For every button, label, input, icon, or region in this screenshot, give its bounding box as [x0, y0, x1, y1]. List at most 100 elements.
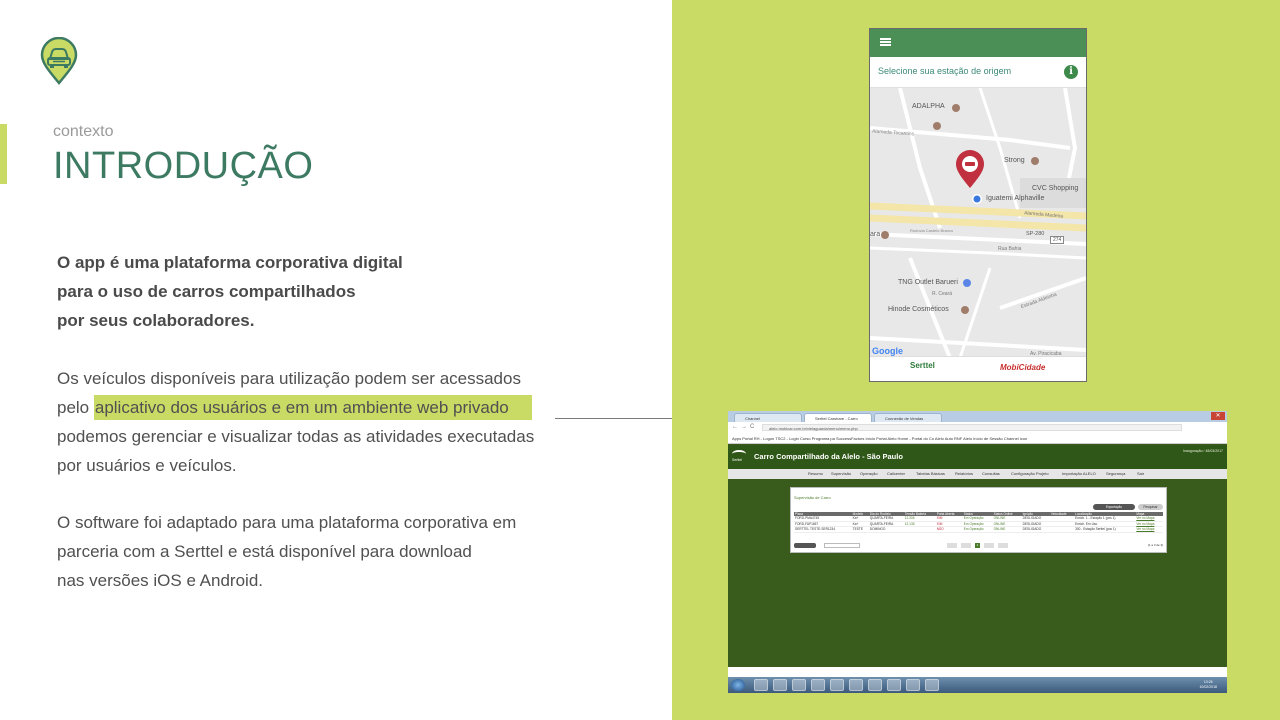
table-row[interactable]: SERTTEL TESTE-SER1234 TESTE DOMINGO NÃO … — [794, 526, 1163, 533]
nav-arrows-icon[interactable]: ←→C — [732, 424, 757, 430]
map-label: ADALPHA — [912, 103, 945, 110]
table-cell: DESLIGADO — [1021, 526, 1050, 533]
prev-page-button[interactable] — [961, 543, 971, 548]
software-paragraph: O software foi adaptado para uma platafo… — [57, 508, 516, 595]
paragraph-text: pelo — [57, 398, 90, 417]
web-app-screenshot: Channel Serttel Carshare - Carro Connexã… — [728, 411, 1227, 693]
accent-bar — [0, 124, 7, 184]
map-label: CVC Shopping — [1032, 185, 1079, 192]
search-button[interactable]: Pesquisar — [1138, 504, 1163, 510]
system-clock: 13:26 10/02/2018 — [1199, 680, 1217, 690]
table-cell: TESTE — [851, 526, 869, 533]
menu-item[interactable]: Relatórios — [955, 469, 973, 479]
menu-item[interactable]: Consultas — [982, 469, 1000, 479]
taskbar-app-icon[interactable] — [925, 679, 939, 691]
car-location-logo-icon — [40, 37, 78, 85]
mobicidade-logo: MobiCidade — [1000, 363, 1046, 372]
close-icon[interactable]: ✕ — [1211, 412, 1225, 420]
menu-item[interactable]: Configuração Projeto — [1011, 469, 1049, 479]
menu-item[interactable]: Operação — [860, 469, 878, 479]
paragraph-line: Os veículos disponíveis para utilização … — [57, 369, 521, 388]
serttel-logo: Serttel — [910, 361, 935, 370]
browser-tab[interactable]: Connexão de Vendas — [874, 413, 942, 422]
paragraph-line: nas versões iOS e Android. — [57, 571, 264, 590]
user-info: Inauguração / 48/03/2017 — [1183, 449, 1223, 453]
map-label: Strong — [1004, 157, 1025, 164]
browser-tab[interactable]: Serttel Carshare - Carro — [804, 413, 872, 422]
menu-item[interactable]: Supervisão — [831, 469, 851, 479]
paragraph-line: O software foi adaptado para uma platafo… — [57, 513, 517, 532]
taskbar-app-icon[interactable] — [754, 679, 768, 691]
serttel-logo-icon — [732, 450, 746, 458]
info-icon[interactable]: i — [1064, 65, 1078, 79]
taskbar-app-icon[interactable] — [887, 679, 901, 691]
app-header: Serttel Carro Compartilhado da Alelo - S… — [728, 445, 1227, 469]
table-cell: Em Operação — [962, 526, 993, 533]
table-cell: 300 - Estação Serttel (pos 1) — [1074, 526, 1133, 533]
next-page-button[interactable] — [984, 543, 994, 548]
taskbar-app-icon[interactable] — [792, 679, 806, 691]
url-field[interactable]: alelo.mobicar.com.br/vielaguarda/menu/me… — [762, 424, 1182, 431]
menu-item[interactable]: Sair — [1137, 469, 1144, 479]
pager-info: [1 a 3 de 3] — [1147, 543, 1163, 547]
table-cell: SERTTEL TESTE-SER1234 — [794, 526, 852, 533]
google-logo: Google — [872, 346, 903, 356]
menu-item[interactable]: Importação ALELO — [1062, 469, 1096, 479]
browser-tab[interactable]: Channel — [734, 413, 802, 422]
taskbar-app-icon[interactable] — [830, 679, 844, 691]
paragraph-line: parceria com a Serttel e está disponível… — [57, 542, 472, 561]
table-cell: ONLINE — [992, 526, 1022, 533]
current-page[interactable]: 1 — [975, 543, 980, 548]
first-page-button[interactable] — [947, 543, 957, 548]
taskbar-app-icon[interactable] — [773, 679, 787, 691]
menu-item[interactable]: Resumo — [808, 469, 823, 479]
taskbar: 13:26 10/02/2018 — [728, 677, 1227, 693]
highlighted-text: aplicativo dos usuários e em um ambiente… — [93, 395, 532, 420]
map-view[interactable]: ADALPHA Alameda Tocantins Strong CVC Sho… — [870, 88, 1086, 358]
browser-tabs: Channel Serttel Carshare - Carro Connexã… — [728, 411, 1227, 422]
paragraph-line: pelo aplicativo dos usuários e em um amb… — [57, 393, 534, 422]
card-title: Supervisão de Carro — [794, 495, 831, 500]
map-label: Hinode Cosméticos — [888, 306, 949, 313]
page-title: INTRODUÇÃO — [53, 145, 314, 187]
view-select[interactable] — [824, 543, 860, 548]
road-shield: 274 — [1050, 236, 1065, 244]
map-label: TNG Outlet Barueri — [898, 279, 958, 286]
menu-icon[interactable] — [880, 38, 891, 46]
last-page-button[interactable] — [998, 543, 1008, 548]
table-cell: NÃO — [935, 526, 963, 533]
map-label: Rua Bahia — [998, 246, 1022, 252]
map-label: Iguatemi Alphaville — [986, 195, 1045, 202]
station-bar: Selecione sua estação de origem i — [870, 57, 1086, 88]
taskbar-app-icon[interactable] — [849, 679, 863, 691]
paragraph-line: podemos gerenciar e visualizar todas as … — [57, 427, 535, 446]
logo-text: Serttel — [732, 458, 743, 462]
menu-item[interactable]: Callcenter — [887, 469, 905, 479]
intro-paragraph: O app é uma plataforma corporativa digit… — [57, 248, 403, 335]
taskbar-app-icon[interactable] — [906, 679, 920, 691]
app-footer: Serttel MobiCidade — [870, 356, 1086, 381]
menu-item[interactable]: Segurança — [1106, 469, 1125, 479]
supervision-card: Supervisão de Carro Exportação Pesquisar… — [790, 487, 1167, 553]
station-prompt: Selecione sua estação de origem — [878, 66, 1012, 76]
paragraph-line: por usuários e veículos. — [57, 456, 237, 475]
map-label: SP-280 — [1026, 231, 1045, 237]
bookmarks-bar[interactable]: Apps Portal RH - Logon TSC2 - Login Curs… — [728, 434, 1227, 444]
map-label: R. Ceará — [932, 291, 953, 297]
menu-item[interactable]: Tabelas Básicas — [916, 469, 945, 479]
section-subtitle: contexto — [53, 123, 114, 140]
mobile-app-screenshot: Selecione sua estação de origem i ADALPH… — [869, 28, 1087, 382]
map-canvas — [870, 88, 1086, 358]
taskbar-app-icon[interactable] — [811, 679, 825, 691]
access-paragraph: Os veículos disponíveis para utilização … — [57, 364, 534, 480]
start-button-icon[interactable] — [731, 679, 745, 691]
app-header — [870, 29, 1086, 57]
main-menu: Resumo Supervisão Operação Callcenter Ta… — [728, 469, 1227, 479]
export-button[interactable]: Exportação — [1093, 504, 1135, 510]
table-cell — [903, 526, 936, 533]
map-link[interactable]: Ver no Mapa — [1135, 526, 1163, 533]
taskbar-app-icon[interactable] — [868, 679, 882, 691]
intro-line: para o uso de carros compartilhados — [57, 282, 356, 301]
page-size-select[interactable] — [794, 543, 816, 548]
map-label: Rodovia Castelo Branco — [910, 228, 954, 233]
